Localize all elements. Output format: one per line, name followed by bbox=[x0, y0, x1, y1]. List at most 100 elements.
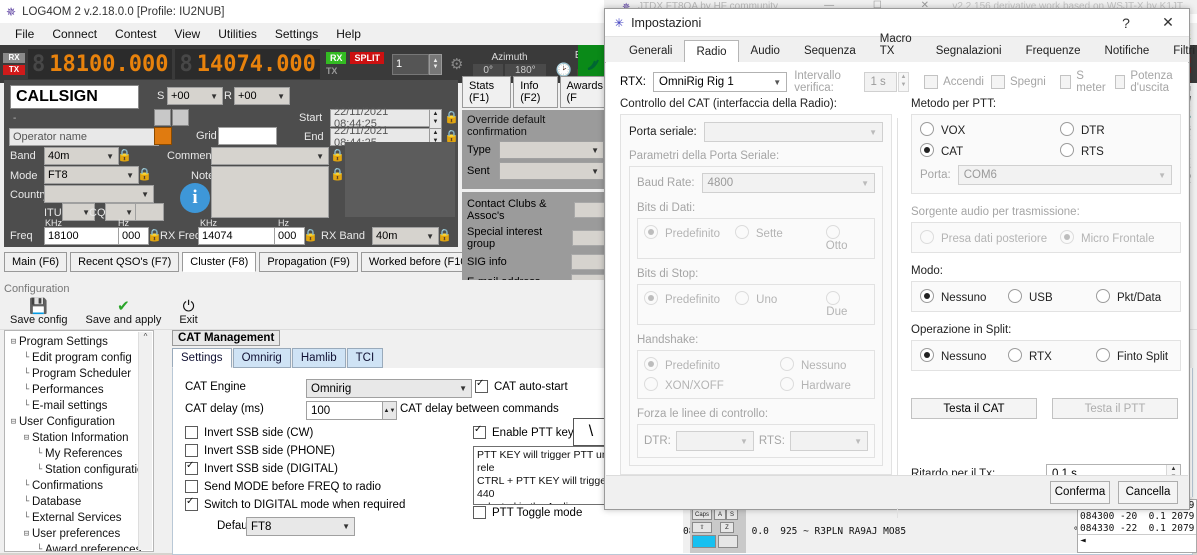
vfo-a-frequency-display[interactable]: 8 18100.000 bbox=[28, 49, 173, 79]
tree-node[interactable]: └ Confirmations bbox=[8, 478, 153, 494]
invert-ssb-digital-checkbox[interactable]: Invert SSB side (DIGITAL) bbox=[185, 460, 338, 475]
cat-engine-select[interactable]: Omnirig ▼ bbox=[306, 379, 472, 398]
tree-leaf-icon[interactable]: └ bbox=[34, 462, 45, 478]
split-option-finto[interactable]: Finto Split bbox=[1096, 348, 1168, 363]
comment-lock-icon[interactable]: 🔒 bbox=[330, 148, 345, 162]
tree-collapse-icon[interactable]: ⊟ bbox=[21, 430, 32, 446]
switch-digital-checkbox[interactable]: Switch to DIGITAL mode when required bbox=[185, 496, 405, 511]
scroll-up-icon[interactable]: ^ bbox=[139, 332, 152, 341]
tree-node[interactable]: ⊟ User Configuration bbox=[8, 414, 153, 430]
menu-settings[interactable]: Settings bbox=[266, 24, 327, 44]
handshake-option-default[interactable]: Predefinito bbox=[644, 357, 780, 372]
freq-hz-input[interactable]: 000 bbox=[118, 227, 149, 245]
dialog-tab-frequenze[interactable]: Frequenze bbox=[1014, 39, 1093, 62]
mode-lock-icon[interactable]: 🔒 bbox=[137, 167, 152, 181]
invert-ssb-cw-checkbox[interactable]: Invert SSB side (CW) bbox=[185, 426, 313, 439]
tree-scrollbar[interactable]: ^ bbox=[138, 332, 152, 550]
dialog-tab-filtri[interactable]: Filtri bbox=[1161, 39, 1197, 62]
menu-help[interactable]: Help bbox=[327, 24, 370, 44]
split-option-nessuno[interactable]: Nessuno bbox=[920, 348, 1008, 363]
contact-clubs-input[interactable] bbox=[574, 202, 605, 218]
tree-node[interactable]: └ Station configuration bbox=[8, 462, 153, 478]
tree-collapse-icon[interactable]: ⊟ bbox=[8, 414, 19, 430]
tree-leaf-icon[interactable]: └ bbox=[21, 366, 32, 382]
tree-leaf-icon[interactable]: └ bbox=[34, 446, 45, 462]
country-select[interactable]: ▼ bbox=[44, 185, 154, 203]
dialog-tab-sequenza[interactable]: Sequenza bbox=[792, 39, 868, 62]
cancel-button[interactable]: Cancella bbox=[1118, 480, 1178, 504]
dialog-tab-notifiche[interactable]: Notifiche bbox=[1093, 39, 1162, 62]
tree-leaf-icon[interactable]: └ bbox=[21, 478, 32, 494]
default-mode-select[interactable]: FT8 ▼ bbox=[246, 517, 355, 536]
rxfreq-khz-input[interactable]: 14074 bbox=[198, 227, 275, 245]
rxband-select[interactable]: 40m ▼ bbox=[372, 227, 439, 245]
note-lock-icon[interactable]: 🔒 bbox=[330, 167, 345, 181]
ptt-option-dtr[interactable]: DTR bbox=[1060, 122, 1105, 137]
handshake-option-xonxoff[interactable]: XON/XOFF bbox=[644, 377, 780, 392]
cat-delay-input[interactable]: 100 ▲▼ bbox=[306, 401, 397, 420]
band-select[interactable]: 40m ▼ bbox=[44, 147, 119, 165]
data-bits-option-eight[interactable]: Otto bbox=[825, 225, 868, 252]
ptt-port-select[interactable]: COM6 ▼ bbox=[957, 165, 1172, 185]
cat-autostart-checkbox[interactable]: CAT auto-start bbox=[475, 378, 568, 393]
ptt-option-rts[interactable]: RTS bbox=[1060, 143, 1104, 158]
tree-collapse-icon[interactable]: ⊟ bbox=[8, 334, 19, 350]
rxband-lock-icon[interactable]: 🔒 bbox=[437, 228, 452, 242]
start-lock-icon[interactable]: 🔒 bbox=[444, 110, 459, 124]
override-type-select[interactable]: ▼ bbox=[499, 141, 604, 159]
tree-leaf-icon[interactable]: └ bbox=[21, 350, 32, 366]
ptt-toggle-mode-checkbox[interactable]: PTT Toggle mode bbox=[473, 506, 582, 519]
grid-input[interactable] bbox=[218, 127, 277, 145]
key-z[interactable]: Z bbox=[720, 522, 734, 533]
operator-name-input[interactable]: Operator name bbox=[9, 128, 159, 146]
test-ptt-button[interactable]: Testa il PTT bbox=[1052, 398, 1178, 419]
rxfreq-hz-input[interactable]: 000 bbox=[274, 227, 305, 245]
tab-recent-qsos[interactable]: Recent QSO's (F7) bbox=[70, 252, 180, 272]
serial-port-select[interactable]: ▼ bbox=[703, 122, 883, 142]
rx-badge[interactable]: RX bbox=[325, 52, 347, 64]
tree-node[interactable]: └ Edit program config bbox=[8, 350, 153, 366]
mode-option-pktdata[interactable]: Pkt/Data bbox=[1096, 289, 1161, 304]
tree-leaf-icon[interactable]: └ bbox=[21, 510, 32, 526]
tree-node[interactable]: ⊟ Station Information bbox=[8, 430, 153, 446]
zone-extra-field[interactable] bbox=[135, 203, 164, 221]
handshake-option-none[interactable]: Nessuno bbox=[780, 357, 846, 372]
callsign-input[interactable]: CALLSIGN bbox=[10, 85, 139, 109]
cat-tab-hamlib[interactable]: Hamlib bbox=[291, 348, 346, 368]
tree-node[interactable]: ⊟ User preferences bbox=[8, 526, 153, 542]
tree-node[interactable]: └ External Services bbox=[8, 510, 153, 526]
ptt-option-vox[interactable]: VOX bbox=[920, 122, 1060, 137]
data-bits-option-seven[interactable]: Sette bbox=[734, 225, 826, 252]
dialog-tab-generali[interactable]: Generali bbox=[617, 39, 684, 62]
save-config-button[interactable]: 💾 Save config bbox=[10, 299, 67, 326]
tab-worked-before[interactable]: Worked before (F10) bbox=[360, 252, 479, 272]
onscreen-keyboard-thumbnail[interactable]: Caps A S ⇧ Z bbox=[690, 505, 746, 553]
tree-leaf-icon[interactable]: └ bbox=[21, 398, 32, 414]
audio-source-front-mic[interactable]: Micro Frontale bbox=[1060, 230, 1155, 245]
tree-leaf-icon[interactable]: └ bbox=[21, 494, 32, 510]
stop-bits-option-default[interactable]: Predefinito bbox=[644, 291, 735, 318]
menu-view[interactable]: View bbox=[165, 24, 209, 44]
cat-tab-omnirig[interactable]: Omnirig bbox=[232, 348, 291, 368]
dialog-close-button[interactable]: ✕ bbox=[1147, 9, 1189, 36]
key-a[interactable]: A bbox=[714, 509, 726, 520]
key-alt[interactable] bbox=[718, 535, 738, 548]
save-and-apply-button[interactable]: ✔ Save and apply bbox=[85, 299, 161, 326]
cat-delay-stepper[interactable]: ▲▼ bbox=[382, 402, 396, 419]
test-cat-button[interactable]: Testa il CAT bbox=[911, 398, 1037, 419]
qsl-flag-1[interactable] bbox=[154, 109, 171, 126]
tree-collapse-icon[interactable]: ⊟ bbox=[21, 526, 32, 542]
qsl-flag-2[interactable] bbox=[172, 109, 189, 126]
key-shift[interactable]: ⇧ bbox=[692, 522, 712, 533]
mode-option-usb[interactable]: USB bbox=[1008, 289, 1096, 304]
audio-source-rear[interactable]: Presa dati posteriore bbox=[920, 230, 1060, 245]
tree-node[interactable]: ⊟ Program Settings bbox=[8, 334, 153, 350]
split-option-rtx[interactable]: RTX bbox=[1008, 348, 1096, 363]
tab-stats[interactable]: Stats (F1) bbox=[462, 76, 512, 108]
sig-info-input[interactable] bbox=[571, 254, 605, 270]
menu-contest[interactable]: Contest bbox=[106, 24, 165, 44]
cat-tab-settings[interactable]: Settings bbox=[172, 348, 232, 368]
enable-ptt-key-checkbox[interactable]: Enable PTT key bbox=[473, 424, 574, 439]
dialog-tab-macro-tx[interactable]: Macro TX bbox=[868, 27, 924, 62]
baud-rate-select[interactable]: 4800 ▼ bbox=[701, 173, 875, 193]
